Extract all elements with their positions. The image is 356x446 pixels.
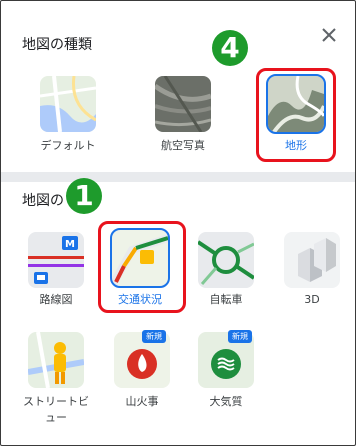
3d-buildings-icon [284, 232, 340, 288]
map-type-satellite-button[interactable] [155, 76, 211, 132]
step-badge-4: 4 [212, 30, 248, 66]
detail-streetview-label-1: ストリートビ [23, 395, 89, 408]
new-tag-wildfire: 新規 [142, 330, 166, 343]
map-type-default-label: デフォルト [40, 139, 96, 152]
map-type-terrain-button[interactable] [266, 74, 326, 134]
section-divider [1, 172, 355, 182]
satellite-map-thumbnail-icon [155, 76, 211, 132]
detail-transit-label: 路線図 [39, 293, 73, 306]
detail-3d-button[interactable] [284, 232, 340, 288]
detail-bicycling-label: 自転車 [209, 293, 243, 306]
terrain-map-thumbnail-icon [268, 76, 324, 132]
map-type-default-button[interactable] [40, 76, 96, 132]
map-details-title: 地図の [22, 193, 64, 209]
detail-airquality-label: 大気質 [209, 395, 243, 408]
detail-3d-label: 3D [304, 293, 320, 306]
bicycling-map-icon [198, 232, 254, 288]
close-icon[interactable] [318, 24, 340, 46]
new-tag-airquality: 新規 [228, 330, 252, 343]
detail-wildfire-label: 山火事 [125, 395, 159, 408]
detail-traffic-button[interactable] [110, 228, 170, 288]
street-view-pegman-icon [28, 332, 84, 388]
transit-m-text: M [65, 239, 75, 250]
detail-streetview-label-2: ュー [45, 411, 67, 424]
detail-transit-button[interactable]: M [28, 232, 84, 288]
map-types-title: 地図の種類 [22, 37, 92, 53]
traffic-map-icon [112, 230, 168, 286]
detail-streetview-button[interactable] [28, 332, 84, 388]
step-badge-1: 1 [66, 178, 102, 214]
detail-bicycling-button[interactable] [198, 232, 254, 288]
map-type-satellite-label: 航空写真 [161, 139, 205, 152]
map-type-terrain-label: 地形 [285, 139, 307, 152]
default-map-thumbnail-icon [40, 76, 96, 132]
detail-traffic-label: 交通状況 [118, 293, 162, 306]
transit-map-icon: M [28, 232, 84, 288]
